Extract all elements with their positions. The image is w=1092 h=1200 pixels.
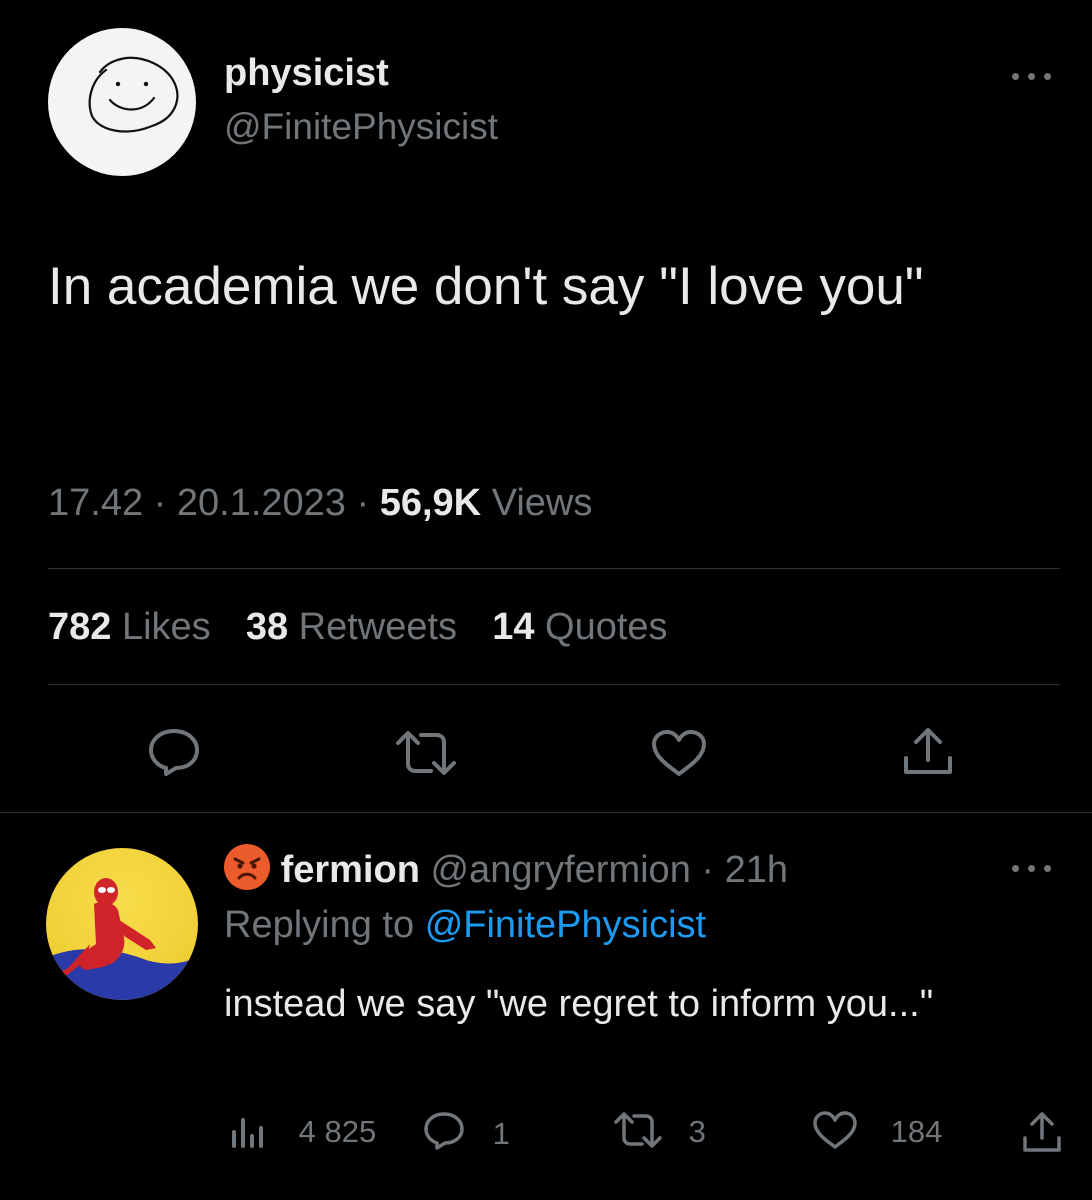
reply-action-bar: 4 825 1 3 184: [0, 1110, 1092, 1164]
reply-display-name[interactable]: fermion: [281, 849, 420, 891]
meta-separator: ·: [690, 849, 725, 891]
views-label: Views: [491, 482, 593, 524]
divider: [48, 684, 1060, 685]
like-count: 184: [890, 1114, 943, 1149]
replying-to-handle[interactable]: @FinitePhysicist: [425, 904, 706, 946]
likes-count: 782: [48, 606, 112, 648]
thread-divider: [0, 812, 1092, 813]
more-icon[interactable]: [1008, 66, 1058, 86]
quotes-label: Quotes: [545, 606, 668, 648]
tweet-date[interactable]: 20.1.2023: [177, 482, 346, 524]
reply-count: 1: [492, 1116, 510, 1151]
replying-to: Replying to @FinitePhysicist: [224, 904, 706, 947]
share-icon[interactable]: [1020, 1110, 1064, 1156]
views-count: 56,9K: [379, 482, 482, 524]
tweet-meta: 17.42 · 20.1.2023 · 56,9K Views: [48, 482, 592, 525]
divider: [48, 568, 1060, 569]
reply-header: fermion @angryfermion · 21h: [224, 844, 788, 892]
author-display-name[interactable]: physicist: [224, 52, 389, 95]
meta-separator: ·: [356, 482, 380, 524]
retweet-count: 3: [688, 1114, 706, 1149]
quotes-count: 14: [492, 606, 535, 648]
author-handle[interactable]: @FinitePhysicist: [224, 106, 498, 148]
tweet-time[interactable]: 17.42: [48, 482, 143, 524]
like-icon[interactable]: [650, 728, 708, 778]
reply-icon[interactable]: [146, 726, 202, 778]
retweets-stat[interactable]: 38 Retweets: [246, 606, 468, 648]
avatar-fermion[interactable]: [46, 848, 198, 1000]
views-icon: [228, 1110, 268, 1150]
angry-face-emoji: [224, 844, 270, 890]
reply-icon: [422, 1110, 466, 1152]
views-count-reply: 4 825: [298, 1114, 377, 1149]
avatar-physicist[interactable]: [48, 28, 196, 176]
reply-text: instead we say "we regret to inform you.…: [224, 983, 934, 1025]
tweet-text: In academia we don't say "I love you": [48, 257, 924, 316]
engagement-stats: 782 Likes 38 Retweets 14 Quotes: [48, 606, 668, 649]
meta-separator: ·: [153, 482, 177, 524]
like-action[interactable]: 184: [812, 1110, 942, 1150]
reply-age[interactable]: 21h: [725, 849, 788, 891]
retweets-count: 38: [245, 606, 289, 648]
likes-stat[interactable]: 782 Likes: [48, 606, 221, 648]
retweet-action[interactable]: 3: [612, 1110, 706, 1150]
likes-label: Likes: [121, 606, 211, 648]
spiderman-figure-icon: [46, 878, 198, 1000]
quotes-stat[interactable]: 14 Quotes: [492, 606, 667, 648]
reply-handle[interactable]: @angryfermion: [430, 849, 690, 891]
retweet-icon: [612, 1110, 664, 1150]
more-icon[interactable]: [1008, 858, 1058, 878]
views-action[interactable]: 4 825: [228, 1110, 376, 1150]
share-icon[interactable]: [900, 724, 956, 780]
retweets-label: Retweets: [298, 606, 458, 648]
replying-to-label: Replying to: [224, 904, 415, 946]
reply-action[interactable]: 1: [422, 1110, 510, 1152]
retweet-icon[interactable]: [393, 728, 459, 778]
smiley-doodle-icon: [88, 56, 179, 133]
like-icon: [812, 1110, 858, 1150]
